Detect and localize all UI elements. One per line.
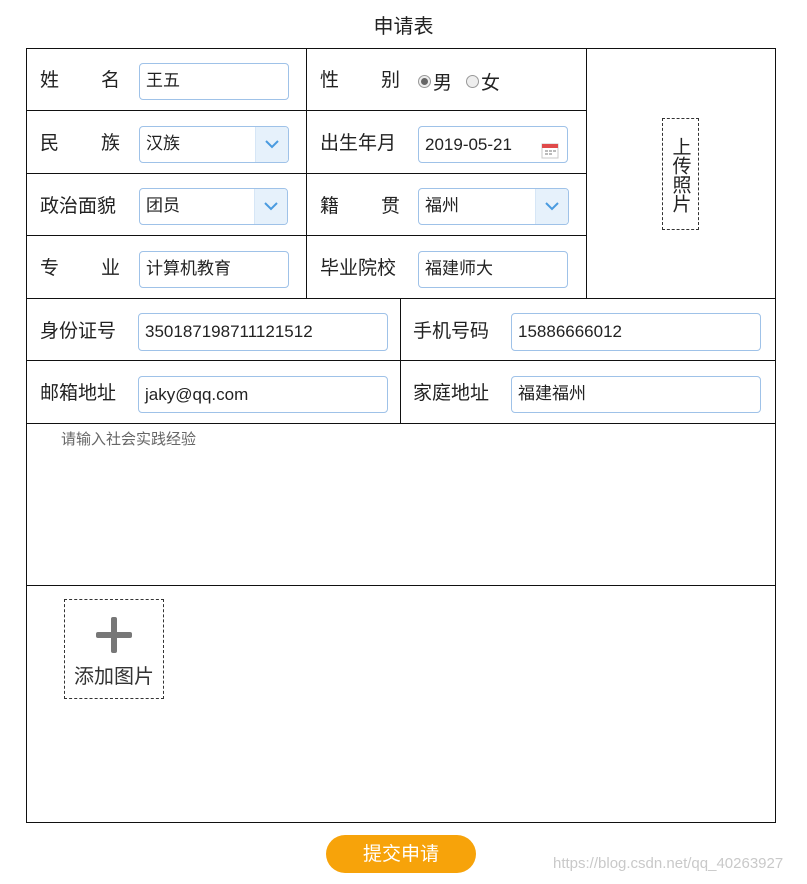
gender-option-female: 女	[481, 72, 501, 94]
radio-checked-icon	[418, 75, 431, 88]
ethnicity-label: 民族	[40, 131, 120, 155]
label-char: 贯	[380, 195, 400, 217]
school-label: 毕业院校	[320, 257, 397, 279]
id-number-label: 身份证号	[40, 320, 117, 342]
phone-input[interactable]: 15886666012	[511, 313, 761, 351]
label-char: 族	[100, 132, 120, 154]
email-input[interactable]: jaky@qq.com	[138, 376, 388, 413]
politics-select[interactable]: 团员	[139, 188, 288, 225]
address-label: 家庭地址	[413, 382, 490, 404]
gender-radio-female[interactable]: 女	[466, 68, 500, 95]
upload-photo-button[interactable]: 上传照片	[662, 118, 699, 230]
label-char: 业	[100, 257, 120, 279]
politics-label: 政治面貌	[40, 195, 117, 217]
gender-label: 性别	[320, 68, 400, 92]
chevron-down-icon[interactable]	[535, 189, 568, 224]
gender-option-male: 男	[433, 72, 453, 94]
add-image-label: 添加图片	[74, 664, 154, 688]
experience-textarea[interactable]: 请输入社会实践经验	[27, 424, 775, 585]
address-input[interactable]: 福建福州	[511, 376, 761, 413]
major-input[interactable]: 计算机教育	[139, 251, 289, 288]
radio-unchecked-icon	[466, 75, 479, 88]
phone-label: 手机号码	[413, 320, 490, 342]
id-number-input[interactable]: 350187198711121512	[138, 313, 388, 351]
chevron-down-icon[interactable]	[254, 189, 287, 224]
page-title: 申请表	[373, 14, 434, 38]
native-place-select[interactable]: 福州	[418, 188, 569, 225]
add-image-button[interactable]: 添加图片	[64, 599, 164, 699]
birth-date-input[interactable]: 2019-05-21	[418, 126, 568, 163]
label-char: 名	[100, 69, 120, 91]
ethnicity-select[interactable]: 汉族	[139, 126, 289, 163]
plus-icon	[95, 617, 133, 657]
submit-button[interactable]: 提交申请	[326, 835, 476, 873]
label-char: 姓	[40, 69, 60, 91]
gender-radio-male[interactable]: 男	[418, 68, 452, 95]
email-label: 邮箱地址	[40, 382, 117, 404]
calendar-icon[interactable]	[541, 136, 559, 159]
label-char: 民	[40, 132, 60, 154]
label-char: 性	[320, 69, 340, 91]
birth-date-value: 2019-05-21	[425, 135, 512, 154]
name-input[interactable]: 王五	[139, 63, 289, 100]
label-char: 籍	[320, 195, 340, 217]
birth-label: 出生年月	[320, 132, 397, 154]
label-char: 专	[40, 257, 60, 279]
experience-placeholder: 请输入社会实践经验	[61, 430, 197, 448]
school-input[interactable]: 福建师大	[418, 251, 568, 288]
politics-value: 团员	[146, 196, 180, 216]
native-place-value: 福州	[425, 196, 459, 216]
name-label: 姓名	[40, 68, 120, 92]
native-place-label: 籍贯	[320, 194, 400, 218]
chevron-down-icon[interactable]	[255, 127, 288, 162]
ethnicity-value: 汉族	[146, 134, 180, 154]
major-label: 专业	[40, 256, 120, 280]
label-char: 别	[380, 69, 400, 91]
watermark: https://blog.csdn.net/qq_40263927	[553, 855, 784, 872]
